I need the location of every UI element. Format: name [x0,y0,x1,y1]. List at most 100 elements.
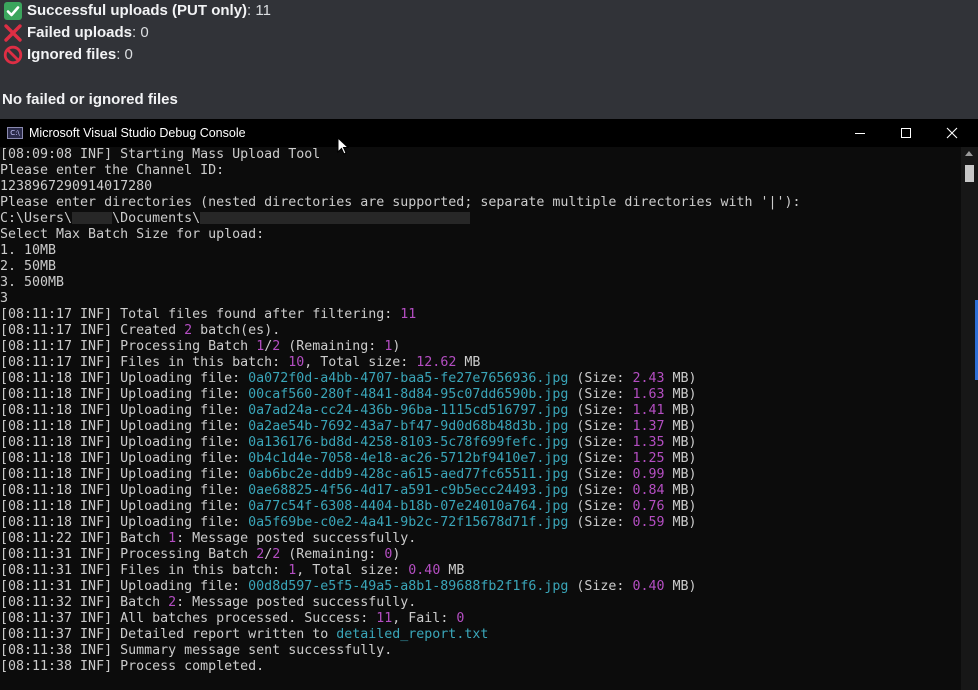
console-text: : Message posted successfully. [176,595,417,610]
console-text: (Size: [568,515,633,530]
console-text: [08:11:32 INF] Batch [0,595,169,610]
console-number: 0.40 [632,579,665,594]
console-log-line: [08:11:37 INF] All batches processed. Su… [0,611,955,627]
console-number: 0 [456,611,465,626]
console-filename: 0ae68825-4f56-4d17-a591-c9b5ecc24493.jpg [248,483,569,498]
console-text: [08:11:18 INF] Uploading file: [0,483,249,498]
vertical-scrollbar[interactable] [961,147,978,690]
console-number: 1.41 [632,403,665,418]
console-text: [08:11:18 INF] Uploading file: [0,371,249,386]
console-text: [08:11:31 INF] Uploading file: [0,579,249,594]
console-text: (Size: [568,435,633,450]
console-prompt-line: 1. 10MB [0,243,955,259]
console-filename: 00caf560-280f-4841-8d84-95c07dd6590b.jpg [248,387,569,402]
console-prompt-line: Please enter the Channel ID: [0,163,955,179]
console-number: 0.76 [632,499,665,514]
console-text: C:\Users\ [0,211,73,226]
console-filename: 0b4c1d4e-7058-4e18-ac26-5712bf9410e7.jpg [248,451,569,466]
console-text: MB) [664,499,697,514]
console-log-line: [08:11:37 INF] Detailed report written t… [0,627,955,643]
console-log-line: [08:11:38 INF] Summary message sent succ… [0,643,955,659]
console-text: batch(es). [192,323,281,338]
debug-console-window[interactable]: C:\ Microsoft Visual Studio Debug Consol… [0,119,978,690]
console-text: Select Max Batch Size for upload: [0,227,265,242]
console-text: [08:11:17 INF] Processing Batch [0,339,257,354]
console-text: MB) [664,387,697,402]
console-text: , Fail: [392,611,457,626]
failed-uploads-line: Failed uploads: 0 [2,22,271,44]
console-text: MB [456,355,481,370]
console-text: 3 [0,291,9,306]
console-log-line: [08:11:17 INF] Processing Batch 1/2 (Rem… [0,339,955,355]
check-mark-icon [2,1,24,21]
console-text: (Size: [568,499,633,514]
prohibited-icon [2,45,24,65]
console-number: 1.37 [632,419,665,434]
redacted-path-segment [72,212,113,224]
maximize-button[interactable] [883,119,929,147]
console-log-line: [08:11:31 INF] Uploading file: 00d8d597-… [0,579,955,595]
console-number: 0.84 [632,483,665,498]
discord-upload-report: Successful uploads (PUT only): 11 Failed… [2,0,271,108]
console-number: 2 [168,595,177,610]
console-number: 2.43 [632,371,665,386]
console-text: 1. 10MB [0,243,57,258]
scrollbar-thumb[interactable] [965,165,974,182]
window-titlebar[interactable]: C:\ Microsoft Visual Studio Debug Consol… [0,119,978,147]
console-text: (Remaining: [280,339,385,354]
console-log-line: [08:11:18 INF] Uploading file: 0a136176-… [0,435,955,451]
console-number: 0.99 [632,467,665,482]
console-text: 2. 50MB [0,259,57,274]
console-prompt-line: 1238967290914017280 [0,179,955,195]
console-filename: 0ab6bc2e-ddb9-428c-a615-aed77fc65511.jpg [248,467,569,482]
console-log-line: [08:11:31 INF] Files in this batch: 1, T… [0,563,955,579]
console-text: [08:11:18 INF] Uploading file: [0,499,249,514]
console-number: 0.59 [632,515,665,530]
console-filename: 0a5f69be-c0e2-4a41-9b2c-72f15678d71f.jpg [248,515,569,530]
console-log-line: [08:11:18 INF] Uploading file: 0b4c1d4e-… [0,451,955,467]
console-filename: 0a136176-bd8d-4258-8103-5c78f699fefc.jpg [248,435,569,450]
console-log-line: [08:11:18 INF] Uploading file: 0a77c54f-… [0,499,955,515]
failed-uploads-value: : 0 [132,24,149,41]
summary-text: No failed or ignored files [2,91,178,108]
console-text: [08:11:38 INF] Process completed. [0,659,265,674]
console-number: 11 [376,611,393,626]
console-text: MB [440,563,465,578]
console-text: [08:11:22 INF] Batch [0,531,169,546]
console-log-line: [08:11:18 INF] Uploading file: 0a2ae54b-… [0,419,955,435]
console-text: (Size: [568,419,633,434]
console-text: [08:11:17 INF] Created [0,323,185,338]
maximize-icon [901,128,911,138]
console-prompt-line: C:\Users\ \Documents\ [0,211,955,227]
console-text: MB) [664,403,697,418]
console-log-line: [08:11:18 INF] Uploading file: 0a072f0d-… [0,371,955,387]
console-text: (Size: [568,387,633,402]
console-output[interactable]: [08:09:08 INF] Starting Mass Upload Tool… [0,147,955,690]
console-text: MB) [664,515,697,530]
console-number: 2 [256,547,265,562]
successful-uploads-value: : 11 [247,2,271,19]
console-log-line: [08:11:22 INF] Batch 1: Message posted s… [0,531,955,547]
ignored-files-value: : 0 [116,46,133,63]
console-text: Please enter directories (nested directo… [0,195,801,210]
console-log-line: [08:11:38 INF] Process completed. [0,659,955,675]
console-text: [08:11:18 INF] Uploading file: [0,467,249,482]
console-filename: 0a2ae54b-7692-43a7-bf47-9d0d68b48d3b.jpg [248,419,569,434]
console-text: [08:11:18 INF] Uploading file: [0,515,249,530]
console-text: : Message posted successfully. [176,531,417,546]
console-text: MB) [664,451,697,466]
console-prompt-line: Please enter directories (nested directo… [0,195,955,211]
console-number: 1.35 [632,435,665,450]
console-log-line: [08:11:17 INF] Created 2 batch(es). [0,323,955,339]
console-text: \Documents\ [112,211,201,226]
console-filename: 0a77c54f-6308-4404-b18b-07e24010a764.jpg [248,499,569,514]
console-log-line: [08:11:18 INF] Uploading file: 00caf560-… [0,387,955,403]
mouse-pointer-icon [337,137,349,155]
console-text: MB) [664,467,697,482]
minimize-button[interactable] [837,119,883,147]
close-button[interactable] [929,119,975,147]
console-prompt-line: Select Max Batch Size for upload: [0,227,955,243]
console-number: 11 [400,307,417,322]
console-text: (Size: [568,451,633,466]
scroll-up-arrow-icon[interactable] [965,151,973,156]
